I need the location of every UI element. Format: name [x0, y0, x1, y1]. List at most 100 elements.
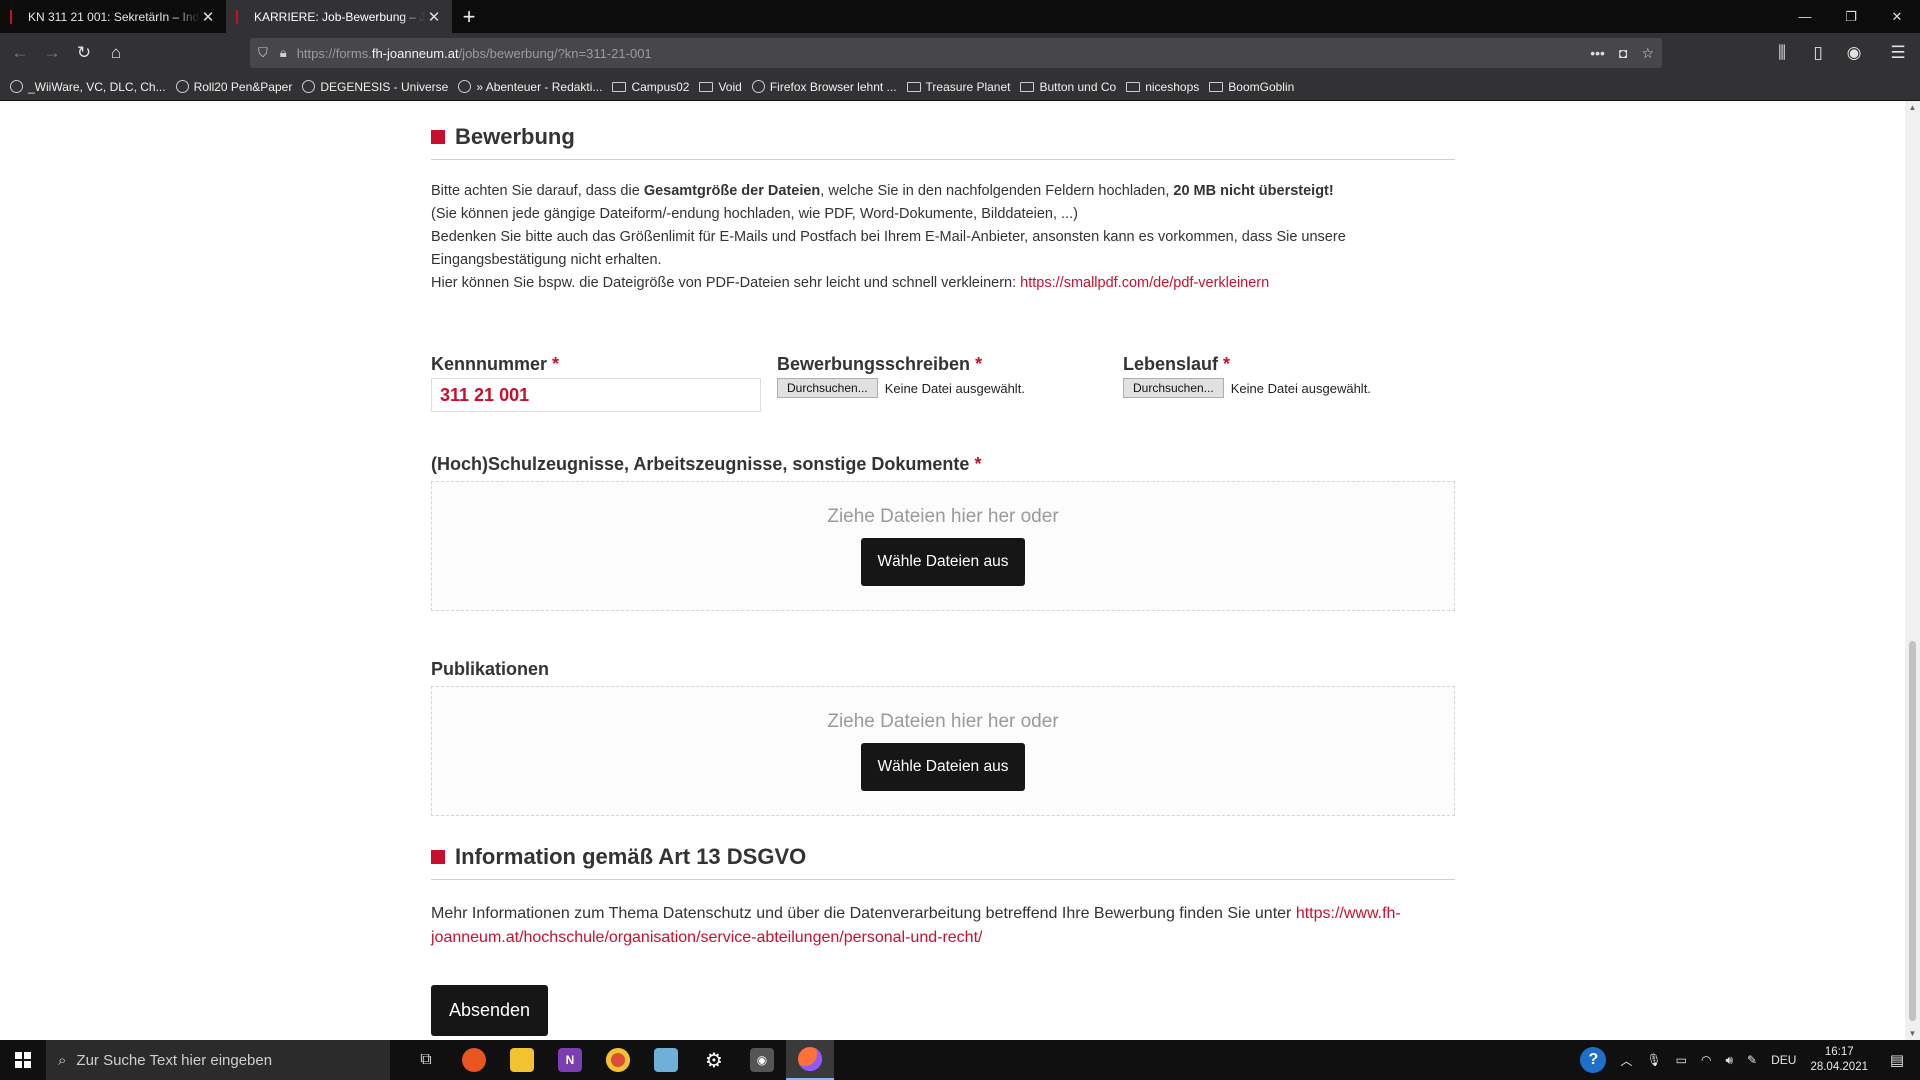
bookmark-folder[interactable]: BoomGoblin: [1209, 80, 1294, 94]
page-scrollbar[interactable]: ▲ ▼: [1905, 101, 1920, 1040]
field-label: Kennnummer *: [431, 354, 560, 374]
home-icon[interactable]: ⌂: [100, 37, 132, 69]
taskbar-search[interactable]: ⌕ Zur Suche Text hier eingeben: [46, 1040, 390, 1080]
bookmark-folder[interactable]: Button und Co: [1020, 80, 1116, 94]
bookmark-item[interactable]: _WiiWare, VC, DLC, Ch...: [10, 80, 166, 94]
pocket-icon[interactable]: ◘: [1619, 45, 1627, 62]
bookmark-item[interactable]: DEGENESIS - Universe: [302, 80, 448, 94]
lebenslauf-field: Lebenslauf * Durchsuchen... Keine Datei …: [1123, 354, 1453, 412]
library-icon[interactable]: ⫼: [1766, 37, 1798, 69]
field-label: (Hoch)Schulzeugnisse, Arbeitszeugnisse, …: [431, 454, 982, 474]
bookmark-folder[interactable]: Void: [699, 80, 742, 94]
onenote-icon[interactable]: N: [546, 1040, 594, 1080]
file-dropzone[interactable]: Ziehe Dateien hier her oder Wähle Dateie…: [431, 481, 1455, 611]
tab-job-posting[interactable]: KN 311 21 001: SekretärIn – Indi ✕: [0, 0, 226, 33]
dsgvo-link-continued[interactable]: joanneum.at/hochschule/organisation/serv…: [431, 929, 982, 946]
file-dropzone[interactable]: Ziehe Dateien hier her oder Wähle Dateie…: [431, 686, 1455, 816]
recorder-app-icon[interactable]: ◉: [738, 1040, 786, 1080]
sidebar-icon[interactable]: ▯: [1802, 37, 1834, 69]
dsgvo-link[interactable]: https://www.fh-: [1296, 905, 1401, 922]
tab-job-application[interactable]: KARRIERE: Job-Bewerbung – JO ✕: [226, 0, 452, 33]
field-label: Lebenslauf *: [1123, 354, 1231, 374]
folder-icon: [1126, 81, 1141, 92]
settings-gear-icon[interactable]: ⚙: [690, 1040, 738, 1080]
bewerbungsschreiben-field: Bewerbungsschreiben * Durchsuchen... Kei…: [777, 354, 1107, 412]
red-square-bullet: [431, 130, 445, 144]
close-tab-icon[interactable]: ✕: [200, 8, 216, 26]
choose-files-button[interactable]: Wähle Dateien aus: [860, 538, 1026, 586]
restore-icon[interactable]: ❐: [1828, 0, 1874, 33]
language-indicator[interactable]: DEU: [1771, 1053, 1796, 1067]
chevron-up-icon[interactable]: ︿: [1620, 1052, 1632, 1069]
chrome-icon[interactable]: [594, 1040, 642, 1080]
upload-fields-row: Kennnummer * 311 21 001 Bewerbungsschrei…: [431, 354, 1455, 412]
required-asterisk: *: [974, 454, 982, 474]
bookmark-star-icon[interactable]: ☆: [1641, 45, 1654, 62]
tab-strip: KN 311 21 001: SekretärIn – Indi ✕ KARRI…: [0, 0, 1920, 33]
browse-button[interactable]: Durchsuchen...: [1123, 378, 1224, 398]
field-label: Publikationen: [431, 659, 550, 679]
close-tab-icon[interactable]: ✕: [426, 8, 442, 26]
menu-hamburger-icon[interactable]: ☰: [1882, 37, 1914, 69]
close-window-icon[interactable]: ✕: [1874, 0, 1920, 33]
minimize-icon[interactable]: —: [1782, 0, 1828, 33]
battery-icon[interactable]: ▭: [1676, 1053, 1687, 1067]
bookmark-item[interactable]: » Abenteuer - Redakti...: [458, 80, 602, 94]
help-icon[interactable]: ?: [1580, 1047, 1607, 1073]
wifi-icon[interactable]: ◠: [1701, 1053, 1711, 1067]
reload-icon[interactable]: ↻: [68, 37, 100, 69]
firefox-icon[interactable]: [786, 1040, 834, 1080]
address-bar[interactable]: ⛉ 🔒︎ https://forms.fh-joanneum.at/jobs/b…: [250, 38, 1662, 68]
tracking-protection-shield-icon[interactable]: ⛉: [258, 45, 268, 61]
bookmark-folder[interactable]: Campus02: [612, 80, 689, 94]
section-heading: Information gemäß Art 13 DSGVO: [431, 841, 1455, 873]
bookmark-folder[interactable]: Treasure Planet: [906, 80, 1010, 94]
scroll-down-icon[interactable]: ▼: [1905, 1029, 1920, 1038]
bookmark-item[interactable]: Roll20 Pen&Paper: [175, 80, 292, 94]
section-title: Information gemäß Art 13 DSGVO: [455, 844, 807, 869]
ubuntu-app-icon[interactable]: [450, 1040, 498, 1080]
file-explorer-icon[interactable]: [498, 1040, 546, 1080]
section-title: Bewerbung: [455, 124, 575, 149]
site-favicon: [236, 9, 246, 24]
task-view-icon[interactable]: ⧉: [402, 1040, 450, 1080]
system-tray: ? ︿ 🎙︎ ▭ ◠ 🔊︎ ✎ DEU 16:17 28.04.2021 ▤: [1580, 1045, 1920, 1075]
section-heading: Bewerbung: [431, 121, 1455, 153]
account-icon[interactable]: ◉: [1838, 37, 1870, 69]
bookmark-folder[interactable]: niceshops: [1126, 80, 1199, 94]
dropzone-hint: Ziehe Dateien hier her oder: [827, 711, 1059, 732]
new-tab-button[interactable]: +: [452, 0, 486, 33]
globe-icon: [751, 80, 765, 93]
tab-title: KN 311 21 001: SekretärIn – Indi: [28, 9, 200, 24]
globe-icon: [458, 80, 472, 93]
microphone-icon[interactable]: 🎙︎: [1646, 1053, 1661, 1067]
page-actions-icon[interactable]: •••: [1590, 45, 1605, 62]
kennnummer-input[interactable]: 311 21 001: [431, 378, 761, 412]
notepad-app-icon[interactable]: [642, 1040, 690, 1080]
globe-icon: [10, 80, 23, 93]
scroll-up-icon[interactable]: ▲: [1905, 103, 1920, 112]
folder-icon: [1020, 81, 1035, 92]
folder-icon: [612, 81, 627, 92]
volume-icon[interactable]: 🔊︎: [1725, 1053, 1733, 1068]
choose-files-button[interactable]: Wähle Dateien aus: [860, 743, 1026, 791]
forward-icon[interactable]: →: [36, 37, 68, 69]
kennnummer-field: Kennnummer * 311 21 001: [431, 354, 761, 412]
lock-icon[interactable]: 🔒︎: [280, 45, 287, 61]
folder-icon: [906, 81, 921, 92]
site-favicon: [10, 9, 20, 24]
clock[interactable]: 16:17 28.04.2021: [1810, 1045, 1868, 1075]
start-button[interactable]: [0, 1040, 46, 1080]
search-placeholder: Zur Suche Text hier eingeben: [76, 1051, 273, 1069]
smallpdf-link[interactable]: https://smallpdf.com/de/pdf-verkleinern: [1020, 275, 1269, 291]
tab-title: KARRIERE: Job-Bewerbung – JO: [254, 9, 426, 24]
scrollbar-thumb[interactable]: [1909, 641, 1916, 1021]
submit-button[interactable]: Absenden: [431, 985, 549, 1036]
url-text[interactable]: https://forms.fh-joanneum.at/jobs/bewerb…: [297, 46, 1591, 61]
back-icon[interactable]: ←: [4, 37, 36, 69]
notification-center-icon[interactable]: ▤: [1882, 1051, 1912, 1069]
bookmark-item[interactable]: Firefox Browser lehnt ...: [751, 80, 897, 94]
browse-button[interactable]: Durchsuchen...: [777, 378, 878, 398]
field-label: Bewerbungsschreiben *: [777, 354, 983, 374]
pen-icon[interactable]: ✎: [1747, 1053, 1757, 1067]
